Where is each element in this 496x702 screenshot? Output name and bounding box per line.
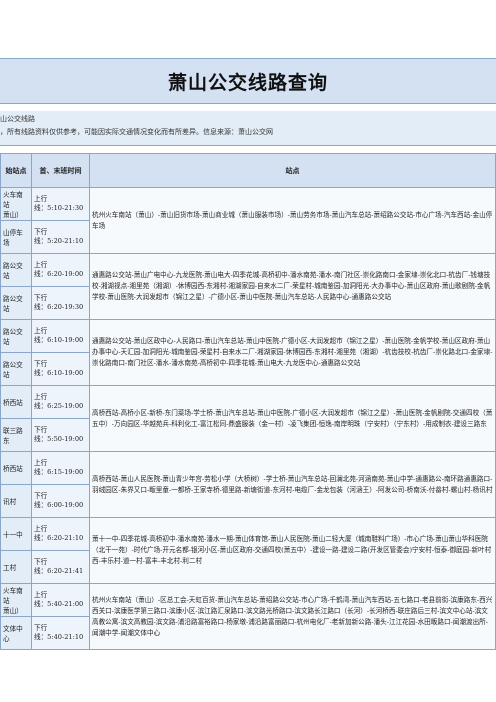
table-header-row: 始站点 首、末班时间 站点 <box>0 153 496 188</box>
down-times: 下行 线：5:40-21:10 <box>31 616 90 650</box>
route-stations: 杭州火车南站（萧山）-区总工会-天虹百货-萧山汽车总站-萧绍路公交站-市心广场-… <box>89 583 496 650</box>
title-bar: 萧山公交线路查询 <box>0 58 496 104</box>
down-start-station: 讯村 <box>0 484 32 518</box>
up-times: 上行 线：6:20-19:00 <box>31 253 90 287</box>
route-row-up: 火车南站 萧山） 上行 线：5:10-21:30 杭州火车南站（萧山）-萧山旧货市场… <box>0 187 496 254</box>
route-stations: 通惠路公交站-萧山广电中心-九龙医院-萧山电大-四季花城-高桥初中-潘水南苑-潘… <box>89 253 496 320</box>
route-row-up: 路公交站 上行 线：6:20-19:00 通惠路公交站-萧山广电中心-九龙医院-萧山… <box>0 253 496 320</box>
header-times: 首、末班时间 <box>31 153 90 188</box>
route-stations: 通惠路公交站-萧山区政中心-人民路口-萧山汽车总站-萧山中医院-广德小区-大润发… <box>89 319 496 386</box>
route-stations: 高桥西站-萧山人民医院-萧山青少年宫-劳松小学（大桥树）-学士桥-萧山汽车总站-… <box>89 451 496 518</box>
up-times: 上行 线：6:10-19:00 <box>31 319 90 353</box>
route-row-up: 火车南站 萧山） 上行 线：5:40-21:00 杭州火车南站（萧山）-区总工会-天… <box>0 583 496 650</box>
down-start-station: 路公交站 <box>0 286 32 320</box>
up-start-station: 十一中 <box>0 517 32 551</box>
header-start-station: 始站点 <box>0 153 32 188</box>
route-table: 始站点 首、末班时间 站点 火车南站 萧山） 上行 线：5:10-21:30 杭州火… <box>0 153 496 650</box>
down-start-station: 山停车场 <box>0 220 32 254</box>
route-row-up: 桥西站 上行 线：6:15-19:00 高桥西站-萧山人民医院-萧山青少年宫-劳松小… <box>0 451 496 518</box>
route-row-up: 十一中 上行 线：6:20-21:10 萧十一中-四季花城-高桥初中-潘水南苑-潘水… <box>0 517 496 584</box>
down-start-station: 文体中心 <box>0 616 32 650</box>
down-start-station: 联三路东 <box>0 418 32 452</box>
up-start-station: 桥西站 <box>0 385 32 419</box>
up-times: 上行 线：6:15-19:00 <box>31 451 90 485</box>
down-times: 下行 线：5:20-21:10 <box>31 220 90 254</box>
up-times: 上行 线：5:40-21:00 <box>31 583 90 617</box>
up-times: 上行 线：5:10-21:30 <box>31 187 90 221</box>
route-stations: 高桥西站-高桥小区-新桥-东门菜场-学士桥-萧山汽车总站-萧山中医院-广德小区-… <box>89 385 496 452</box>
down-times: 下行 线：6:20-19:30 <box>31 286 90 320</box>
down-start-station: 路公交站 <box>0 352 32 386</box>
up-times: 上行 线：6:20-21:10 <box>31 517 90 551</box>
up-times: 上行 线：6:25-19:00 <box>31 385 90 419</box>
route-row-up: 桥西站 上行 线：6:25-19:00 高桥西站-高桥小区-新桥-东门菜场-学士桥-… <box>0 385 496 452</box>
down-times: 下行 线：6:20-21:41 <box>31 550 90 584</box>
up-start-station: 火车南站 萧山） <box>0 583 32 617</box>
down-times: 下行 线：6:10-19:00 <box>31 352 90 386</box>
up-start-station: 路公交站 <box>0 253 32 287</box>
down-times: 下行 线：6:00-19:00 <box>31 484 90 518</box>
up-start-station: 桥西站 <box>0 451 32 485</box>
page: 萧山公交线路查询 山公交线路 ，所有线路资料仅供参考，可能因实际交通情况变化而有… <box>0 58 496 650</box>
route-stations: 萧十一中-四季花城-高桥初中-潘水南苑-潘水一期-萧山体育馆-萧山人民医院-萧山… <box>89 517 496 584</box>
down-start-station: 工村 <box>0 550 32 584</box>
note-disclaimer: ，所有线路资料仅供参考，可能因实际交通情况变化而有所差异。信息来源：萧山公交网 <box>0 128 273 136</box>
route-row-up: 路公交站 上行 线：6:10-19:00 通惠路公交站-萧山区政中心-人民路口-萧山… <box>0 319 496 386</box>
header-stations: 站点 <box>89 153 496 188</box>
note-heading: 山公交线路 <box>0 115 35 123</box>
down-times: 下行 线：5:50-19:00 <box>31 418 90 452</box>
route-rows: 火车南站 萧山） 上行 线：5:10-21:30 杭州火车南站（萧山）-萧山旧货市场… <box>0 187 496 650</box>
route-stations: 杭州火车南站（萧山）-萧山旧货市场-萧山商业城（萧山服装市场）-萧山劳务市场-萧… <box>89 187 496 254</box>
notes: 山公交线路 ，所有线路资料仅供参考，可能因实际交通情况变化而有所差异。信息来源：… <box>0 111 496 146</box>
page-title: 萧山公交线路查询 <box>167 71 328 94</box>
up-start-station: 路公交站 <box>0 319 32 353</box>
up-start-station: 火车南站 萧山） <box>0 187 32 221</box>
